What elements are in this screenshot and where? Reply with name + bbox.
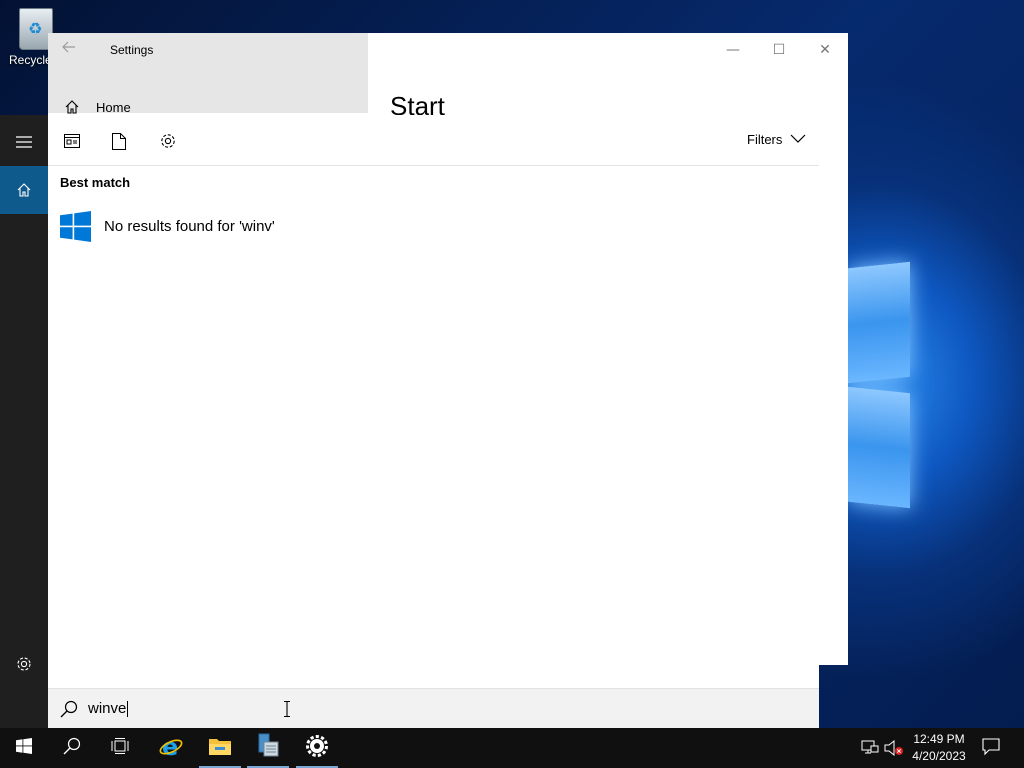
clock-time: 12:49 PM [913,732,965,746]
home-label: Home [96,99,131,115]
gear-icon[interactable] [0,640,48,688]
search-results-panel: Filters Best match No results found for … [48,115,819,728]
home-icon[interactable] [0,166,48,214]
taskbar-search-button[interactable] [49,728,95,768]
internet-explorer-icon: e [159,733,183,763]
file-explorer-button[interactable] [197,728,243,768]
home-icon [64,99,80,115]
search-query-text: winve [88,700,129,717]
file-explorer-icon [208,736,232,761]
apps-icon[interactable] [62,131,82,151]
notification-center-icon[interactable] [981,737,1001,757]
search-icon [63,737,81,760]
settings-app-icon [306,734,328,762]
start-menu-rail [0,115,48,728]
back-arrow-icon[interactable] [62,39,82,59]
settings-home-link[interactable]: Home [64,97,131,117]
window-title: Settings [110,43,154,57]
hamburger-icon[interactable] [0,118,48,166]
best-match-result[interactable]: No results found for 'winv' [60,211,275,242]
server-manager-button[interactable] [245,728,291,768]
search-icon [60,700,78,718]
volume-muted-icon[interactable] [884,738,904,758]
text-cursor-icon [282,700,292,718]
taskbar: e 12:49 PM 4/20/2023 [0,728,1024,768]
task-view-icon [111,737,129,759]
system-clock[interactable]: 12:49 PM 4/20/2023 [906,731,972,765]
chevron-down-icon [790,132,806,147]
start-button[interactable] [1,728,47,768]
section-title: Best match [60,175,131,190]
clock-date: 4/20/2023 [912,749,966,763]
windows-logo-wallpaper [848,225,912,515]
close-button[interactable]: ✕ [802,39,848,61]
server-manager-icon [256,733,280,764]
filters-label: Filters [747,132,783,147]
task-view-button[interactable] [97,728,143,768]
filters-dropdown[interactable]: Filters [747,132,806,147]
internet-explorer-button[interactable]: e [148,728,194,768]
settings-app-button[interactable] [294,728,340,768]
maximize-button[interactable]: ☐ [756,39,802,61]
documents-icon[interactable] [109,131,129,151]
network-icon[interactable] [860,738,880,758]
start-icon [16,737,32,759]
windows-logo-icon [60,211,91,242]
result-text: No results found for 'winv' [104,218,275,235]
minimize-button[interactable]: — [710,39,756,61]
search-input[interactable]: winve [48,688,819,728]
search-filter-toolbar: Filters [48,115,819,166]
settings-icon[interactable] [158,131,178,151]
